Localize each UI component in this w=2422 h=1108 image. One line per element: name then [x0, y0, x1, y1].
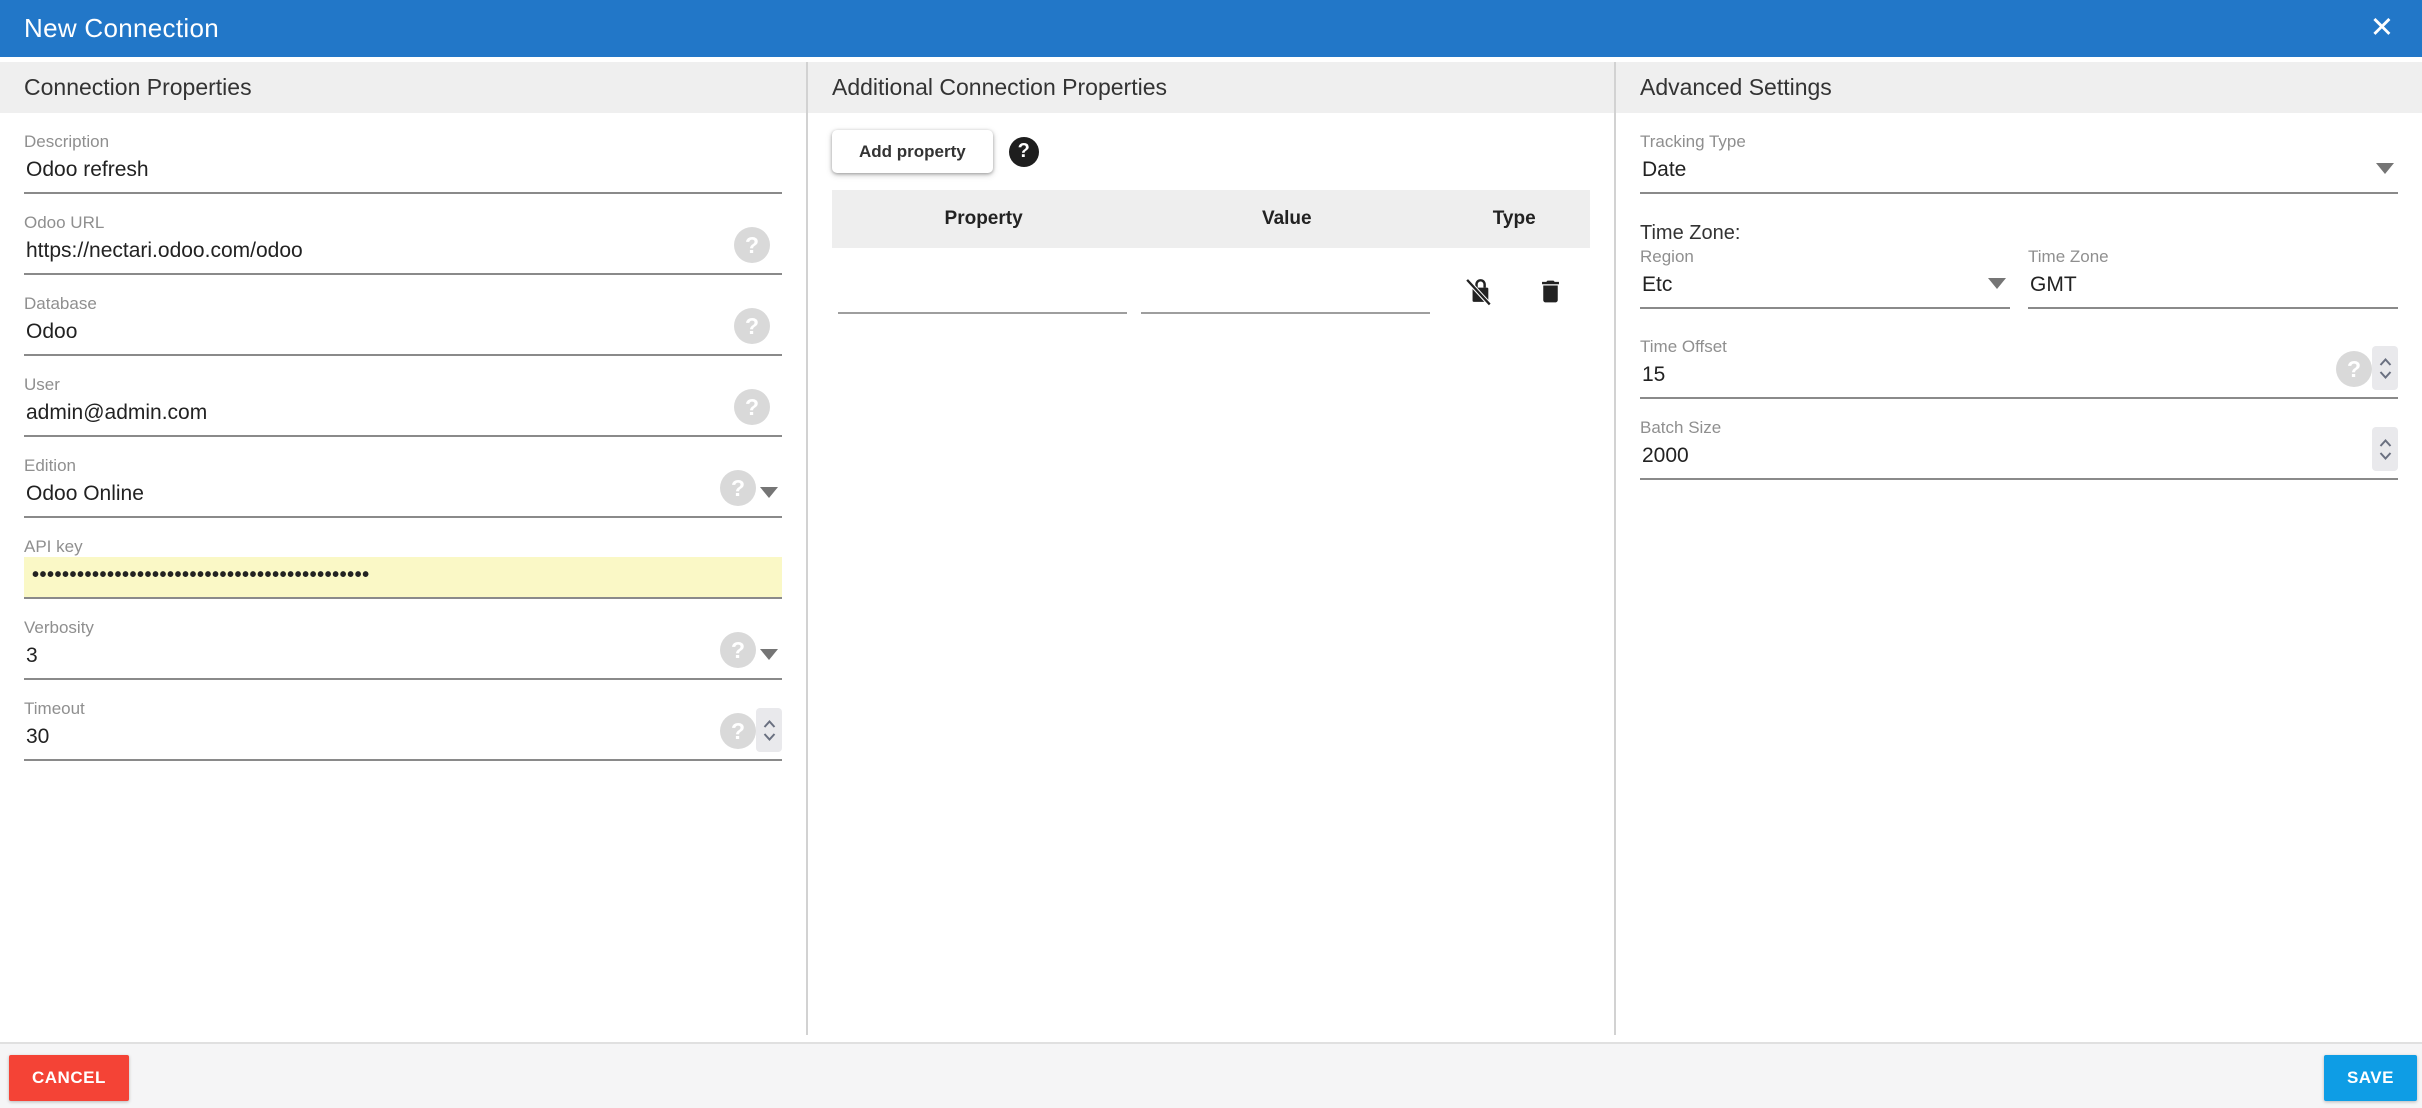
region-field: Region Etc	[1640, 247, 2010, 309]
help-icon[interactable]: ?	[720, 713, 756, 749]
section-header: Advanced Settings	[1616, 62, 2422, 113]
timeout-field: Timeout 30 ?	[24, 699, 782, 761]
table-row	[832, 248, 1590, 316]
save-button[interactable]: SAVE	[2324, 1055, 2417, 1101]
batch-size-stepper[interactable]	[2372, 427, 2398, 471]
timezone-group-label: Time Zone:	[1640, 222, 2398, 245]
chevron-down-icon	[760, 487, 778, 498]
timeout-input[interactable]: 30	[24, 719, 782, 761]
close-icon[interactable]: ✕	[2366, 12, 2398, 45]
chevron-down-icon	[763, 733, 776, 741]
delete-row-button[interactable]	[1536, 277, 1565, 306]
batch-size-input[interactable]: 2000	[1640, 438, 2398, 480]
verbosity-field: Verbosity 3 ?	[24, 618, 782, 680]
database-field: Database Odoo ?	[24, 294, 782, 356]
verbosity-select[interactable]: 3	[24, 638, 782, 680]
field-label: Tracking Type	[1640, 132, 2398, 152]
help-icon[interactable]: ?	[734, 389, 770, 425]
dialog-title: New Connection	[24, 13, 219, 44]
chevron-down-icon	[2379, 452, 2392, 460]
chevron-down-icon	[2376, 163, 2394, 174]
column-header-property: Property	[832, 208, 1135, 230]
section-header: Additional Connection Properties	[808, 62, 1614, 113]
api-key-input[interactable]: ••••••••••••••••••••••••••••••••••••••••…	[24, 557, 782, 599]
user-input[interactable]: admin@admin.com	[24, 395, 782, 437]
properties-table: Property Value Type	[832, 190, 1590, 316]
field-label: Database	[24, 294, 782, 314]
field-label: Verbosity	[24, 618, 782, 638]
chevron-down-icon	[760, 649, 778, 660]
field-label: Region	[1640, 247, 2010, 267]
help-icon[interactable]: ?	[734, 308, 770, 344]
timezone-field: Time Zone GMT	[2028, 247, 2398, 309]
edition-select[interactable]: Odoo Online	[24, 476, 782, 518]
column-header-value: Value	[1135, 208, 1438, 230]
chevron-up-icon	[763, 720, 776, 728]
section-connection-properties: Connection Properties Description Odoo r…	[0, 62, 806, 1035]
field-label: Description	[24, 132, 782, 152]
chevron-down-icon	[1988, 278, 2006, 289]
section-header: Connection Properties	[0, 62, 806, 113]
field-label: Odoo URL	[24, 213, 782, 233]
time-offset-field: Time Offset 15 ?	[1640, 337, 2398, 399]
field-label: Time Offset	[1640, 337, 2398, 357]
value-input[interactable]	[1141, 280, 1430, 314]
section-additional-properties: Additional Connection Properties Add pro…	[806, 62, 1614, 1035]
help-icon[interactable]: ?	[2336, 351, 2372, 387]
chevron-up-icon	[2379, 358, 2392, 366]
field-label: User	[24, 375, 782, 395]
description-input[interactable]: Odoo refresh	[24, 152, 782, 194]
user-field: User admin@admin.com ?	[24, 375, 782, 437]
help-icon[interactable]: ?	[720, 470, 756, 506]
tracking-type-select[interactable]: Date	[1640, 152, 2398, 194]
trash-icon	[1536, 277, 1565, 306]
cancel-button[interactable]: CANCEL	[9, 1055, 129, 1101]
type-toggle-button[interactable]	[1463, 276, 1494, 307]
dialog-titlebar: New Connection ✕	[0, 0, 2422, 57]
field-label: Batch Size	[1640, 418, 2398, 438]
batch-size-field: Batch Size 2000	[1640, 418, 2398, 480]
api-key-field: API key ••••••••••••••••••••••••••••••••…	[24, 537, 782, 599]
timeout-stepper[interactable]	[756, 708, 782, 752]
help-icon[interactable]: ?	[720, 632, 756, 668]
time-offset-input[interactable]: 15	[1640, 357, 2398, 399]
field-label: API key	[24, 537, 782, 557]
field-label: Edition	[24, 456, 782, 476]
edition-field: Edition Odoo Online ?	[24, 456, 782, 518]
add-property-button[interactable]: Add property	[832, 130, 993, 173]
tracking-type-field: Tracking Type Date	[1640, 132, 2398, 194]
chevron-down-icon	[2379, 371, 2392, 379]
lock-off-icon	[1463, 276, 1494, 307]
dialog-footer: CANCEL SAVE	[0, 1042, 2422, 1108]
section-advanced-settings: Advanced Settings Tracking Type Date Tim…	[1614, 62, 2422, 1035]
odoo-url-field: Odoo URL https://nectari.odoo.com/odoo ?	[24, 213, 782, 275]
help-icon[interactable]: ?	[1009, 137, 1039, 167]
help-icon[interactable]: ?	[734, 227, 770, 263]
description-field: Description Odoo refresh	[24, 132, 782, 194]
properties-table-header: Property Value Type	[832, 190, 1590, 248]
time-offset-stepper[interactable]	[2372, 346, 2398, 390]
field-label: Timeout	[24, 699, 782, 719]
dialog-body: Connection Properties Description Odoo r…	[0, 62, 2422, 1035]
chevron-up-icon	[2379, 439, 2392, 447]
timezone-input[interactable]: GMT	[2028, 267, 2398, 309]
field-label: Time Zone	[2028, 247, 2398, 267]
odoo-url-input[interactable]: https://nectari.odoo.com/odoo	[24, 233, 782, 275]
database-input[interactable]: Odoo	[24, 314, 782, 356]
property-input[interactable]	[838, 280, 1127, 314]
region-select[interactable]: Etc	[1640, 267, 2010, 309]
column-header-type: Type	[1438, 208, 1590, 230]
